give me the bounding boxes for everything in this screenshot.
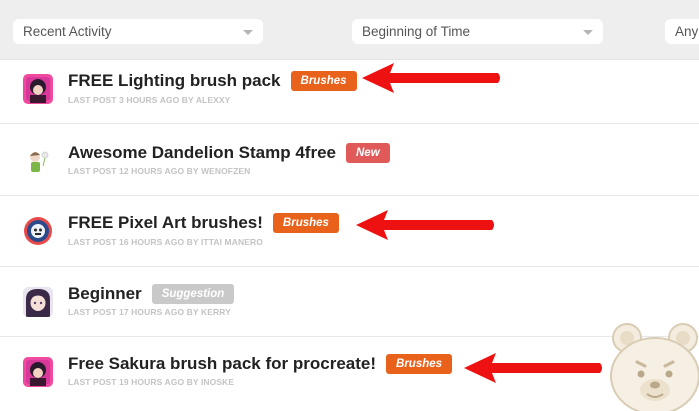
avatar[interactable] [23, 357, 53, 387]
thread-row[interactable]: Beginner Suggestion LAST POST 17 HOURS A… [0, 267, 699, 337]
thread-title-line: Beginner Suggestion [68, 284, 235, 304]
annotation-arrow-icon [362, 63, 500, 93]
thread-meta: LAST POST 16 HOURS AGO BY ITTAI MANERO [68, 237, 263, 247]
avatar[interactable] [23, 146, 53, 176]
thread-title[interactable]: Beginner [68, 284, 142, 304]
thread-title-line: FREE Pixel Art brushes! Brushes [68, 213, 339, 233]
avatar[interactable] [23, 287, 53, 317]
thread-meta: LAST POST 17 HOURS AGO BY KERRY [68, 307, 231, 317]
time-range-dropdown[interactable]: Beginning of Time [352, 19, 603, 44]
avatar[interactable] [23, 216, 53, 246]
thread-title[interactable]: Awesome Dandelion Stamp 4free [68, 143, 336, 163]
thread-row[interactable]: FREE Lighting brush pack Brushes LAST PO… [0, 60, 699, 124]
tag-badge[interactable]: Brushes [386, 354, 453, 374]
bear-mascot-icon [610, 323, 699, 411]
thread-meta: LAST POST 12 HOURS AGO BY WENOFZEN [68, 166, 251, 176]
thread-title-line: Free Sakura brush pack for procreate! Br… [68, 354, 453, 374]
tag-badge[interactable]: Suggestion [151, 284, 235, 304]
thread-row[interactable]: FREE Pixel Art brushes! Brushes LAST POS… [0, 196, 699, 267]
tag-badge[interactable]: Brushes [290, 71, 357, 91]
filter-bar: Recent Activity Beginning of Time Any [0, 0, 699, 60]
thread-meta: LAST POST 19 HOURS AGO BY INOSKE [68, 377, 235, 387]
sort-dropdown-value: Recent Activity [23, 24, 112, 39]
thread-meta: LAST POST 3 HOURS AGO BY ALEXXY [68, 95, 231, 105]
chevron-down-icon [583, 30, 593, 35]
chevron-down-icon [243, 30, 253, 35]
thread-title[interactable]: Free Sakura brush pack for procreate! [68, 354, 376, 374]
third-filter-dropdown[interactable]: Any [665, 19, 699, 44]
annotation-arrow-icon [464, 353, 602, 383]
annotation-arrow-icon [356, 210, 494, 240]
thread-row[interactable]: Awesome Dandelion Stamp 4free New LAST P… [0, 124, 699, 196]
sort-dropdown[interactable]: Recent Activity [13, 19, 263, 44]
thread-title-line: FREE Lighting brush pack Brushes [68, 71, 357, 91]
thread-title-line: Awesome Dandelion Stamp 4free New [68, 143, 390, 163]
avatar[interactable] [23, 74, 53, 104]
thread-title[interactable]: FREE Pixel Art brushes! [68, 213, 263, 233]
tag-badge[interactable]: Brushes [272, 213, 339, 233]
time-range-dropdown-value: Beginning of Time [362, 24, 471, 39]
third-filter-dropdown-value: Any [675, 24, 699, 39]
tag-badge[interactable]: New [346, 143, 390, 163]
thread-title[interactable]: FREE Lighting brush pack [68, 71, 281, 91]
